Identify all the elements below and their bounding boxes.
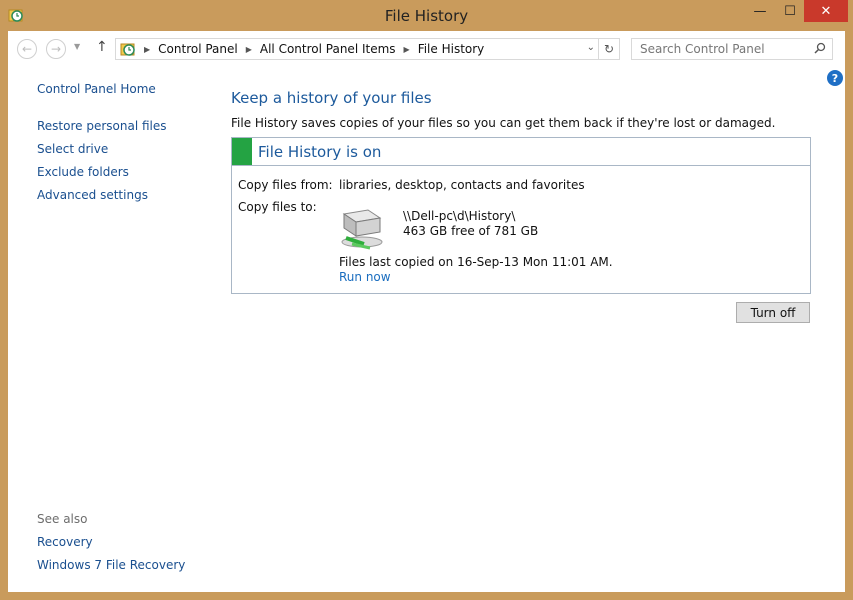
turn-off-button[interactable]: Turn off — [736, 302, 810, 323]
close-button[interactable]: ✕ — [804, 0, 848, 22]
title-bar[interactable]: File History — ☐ ✕ — [0, 0, 853, 31]
refresh-button[interactable]: ↻ — [598, 39, 619, 59]
copy-from-value: libraries, desktop, contacts and favorit… — [339, 178, 585, 192]
search-icon[interactable] — [814, 42, 826, 54]
run-now-link[interactable]: Run now — [339, 270, 391, 284]
drive-icon — [341, 209, 383, 250]
maximize-button[interactable]: ☐ — [776, 0, 804, 22]
status-panel-header: File History is on — [232, 138, 810, 166]
drive-free-space: 463 GB free of 781 GB — [403, 224, 539, 238]
forward-button[interactable]: → — [46, 39, 66, 59]
copy-to-label: Copy files to: — [238, 200, 317, 214]
chevron-right-icon[interactable]: ▶ — [246, 45, 252, 54]
chevron-right-icon[interactable]: ▶ — [404, 45, 410, 54]
search-input[interactable]: Search Control Panel — [631, 38, 833, 60]
see-also-recovery[interactable]: Recovery — [37, 535, 93, 549]
address-bar[interactable]: ▶ Control Panel ▶ All Control Panel Item… — [115, 38, 620, 60]
address-dropdown-button[interactable]: ⌄ — [587, 42, 595, 53]
sidebar-item-exclude-folders[interactable]: Exclude folders — [37, 165, 129, 179]
see-also-windows7-file-recovery[interactable]: Windows 7 File Recovery — [37, 558, 185, 572]
control-panel-icon — [120, 43, 135, 56]
navigation-bar: ← → ▼ ↑ ▶ Control Panel ▶ All Control Pa… — [8, 31, 845, 67]
breadcrumb-all-items[interactable]: All Control Panel Items — [260, 42, 396, 56]
search-placeholder: Search Control Panel — [640, 42, 765, 56]
status-indicator — [232, 138, 252, 165]
sidebar-control-panel-home[interactable]: Control Panel Home — [37, 82, 156, 96]
sidebar-item-advanced-settings[interactable]: Advanced settings — [37, 188, 148, 202]
back-button[interactable]: ← — [17, 39, 37, 59]
window-frame: File History — ☐ ✕ ← → ▼ ↑ ▶ Control Pan… — [0, 0, 853, 600]
last-copied-text: Files last copied on 16-Sep-13 Mon 11:01… — [339, 255, 613, 269]
breadcrumb-control-panel[interactable]: Control Panel — [158, 42, 238, 56]
page-description: File History saves copies of your files … — [231, 116, 776, 130]
chevron-right-icon: ▶ — [144, 44, 151, 54]
breadcrumb-file-history[interactable]: File History — [418, 42, 485, 56]
copy-from-label: Copy files from: — [238, 178, 333, 192]
up-button[interactable]: ↑ — [96, 39, 108, 55]
drive-path: \\Dell-pc\d\History\ — [403, 209, 516, 223]
client-area: ← → ▼ ↑ ▶ Control Panel ▶ All Control Pa… — [8, 31, 845, 592]
page-title: Keep a history of your files — [231, 89, 432, 107]
help-icon[interactable]: ? — [827, 70, 843, 86]
see-also-label: See also — [37, 512, 88, 526]
window-title: File History — [384, 7, 469, 25]
sidebar-item-restore-personal-files[interactable]: Restore personal files — [37, 119, 167, 133]
status-title: File History is on — [258, 143, 382, 161]
sidebar-item-select-drive[interactable]: Select drive — [37, 142, 108, 156]
recent-locations-dropdown[interactable]: ▼ — [74, 42, 80, 51]
status-panel: File History is on Copy files from: libr… — [231, 137, 811, 294]
minimize-button[interactable]: — — [746, 0, 774, 22]
